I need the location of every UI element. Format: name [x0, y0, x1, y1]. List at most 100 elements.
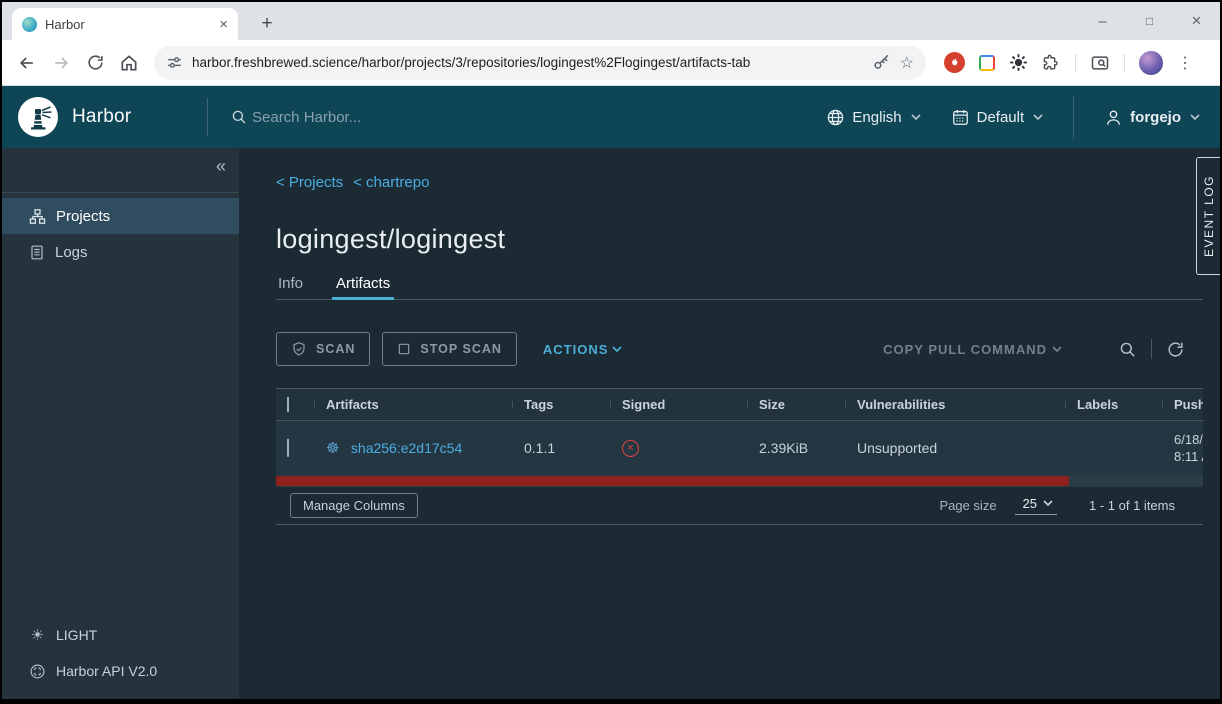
minimize-button[interactable]: –	[1079, 13, 1126, 30]
browser-toolbar: harbor.freshbrewed.science/harbor/projec…	[2, 40, 1220, 86]
language-menu[interactable]: English	[826, 108, 920, 127]
api-swagger-icon	[29, 663, 46, 680]
event-log-tab[interactable]: EVENT LOG	[1196, 157, 1220, 275]
repo-tabs: Info Artifacts	[276, 275, 1203, 300]
header-divider	[207, 98, 208, 136]
manage-columns-button[interactable]: Manage Columns	[290, 493, 418, 518]
artifact-digest-link[interactable]: sha256:e2d17c54	[351, 440, 462, 456]
brand-title: Harbor	[72, 106, 131, 128]
sidebar: « Projects Logs ☀ LIGHT Harbor API V2.0	[2, 148, 239, 699]
logs-icon	[29, 244, 45, 261]
col-signed: Signed	[610, 397, 747, 412]
artifacts-table: Artifacts Tags Signed Size Vulnerabiliti…	[276, 388, 1203, 525]
table-footer: Manage Columns Page size 25 1 - 1 of 1 i…	[276, 487, 1203, 525]
sidebar-item-logs[interactable]: Logs	[2, 234, 239, 270]
sidebar-collapse-icon[interactable]: «	[216, 156, 226, 177]
stop-scan-button[interactable]: STOP SCAN	[382, 332, 516, 366]
chevron-down-icon	[911, 114, 921, 121]
col-artifacts: Artifacts	[314, 397, 512, 412]
browser-window: Harbor × + – □ × harbor.freshbrewed.scie…	[2, 2, 1220, 699]
artifact-size: 2.39KiB	[747, 440, 845, 456]
site-settings-icon[interactable]	[166, 54, 183, 71]
breadcrumb-projects[interactable]: < Projects	[276, 174, 343, 191]
projects-icon	[29, 208, 46, 225]
extensions-puzzle-icon[interactable]	[1042, 53, 1061, 72]
breadcrumb: < Projects < chartrepo	[276, 174, 1203, 191]
page-title: logingest/logingest	[276, 224, 1203, 255]
tab-artifacts[interactable]: Artifacts	[334, 275, 392, 299]
chrome-menu-icon[interactable]: ⋮	[1177, 53, 1193, 73]
actions-dropdown[interactable]: ACTIONS	[543, 342, 623, 357]
helm-chart-icon: ☸	[326, 440, 339, 457]
actionbar-divider	[1151, 339, 1152, 359]
calendar-icon	[951, 108, 970, 127]
artifact-actionbar: SCAN STOP SCAN ACTIONS COPY PULL COMMAND	[276, 332, 1203, 366]
chevron-down-icon	[612, 346, 622, 353]
toolbar-divider	[1124, 54, 1125, 72]
toolbar-extensions: ⋮	[944, 51, 1193, 75]
stop-square-icon	[397, 342, 411, 356]
sidebar-divider	[2, 192, 239, 193]
url-text[interactable]: harbor.freshbrewed.science/harbor/projec…	[192, 55, 863, 70]
refresh-icon[interactable]	[1166, 340, 1185, 359]
items-count: 1 - 1 of 1 items	[1089, 498, 1175, 513]
password-key-icon[interactable]	[872, 53, 891, 72]
tab-title: Harbor	[45, 17, 211, 32]
search-input[interactable]	[252, 109, 552, 126]
page-size-select[interactable]: 25	[1015, 496, 1057, 515]
tab-close-icon[interactable]: ×	[219, 16, 228, 33]
sidebar-item-projects[interactable]: Projects	[2, 198, 239, 234]
header-divider	[1073, 95, 1074, 139]
window-controls: – □ ×	[1079, 2, 1220, 40]
reload-icon[interactable]	[78, 46, 112, 80]
theme-menu[interactable]: Default	[951, 108, 1044, 127]
close-button[interactable]: ×	[1173, 11, 1220, 31]
back-icon[interactable]	[10, 46, 44, 80]
search-tabs-icon[interactable]	[1090, 53, 1110, 73]
sun-icon: ☀	[29, 626, 46, 644]
breadcrumb-chartrepo[interactable]: < chartrepo	[353, 174, 429, 191]
col-labels: Labels	[1065, 397, 1162, 412]
profile-avatar[interactable]	[1139, 51, 1163, 75]
screenshot-extension-icon[interactable]	[979, 55, 995, 71]
not-signed-icon: ×	[622, 440, 639, 457]
adblock-extension-icon[interactable]	[944, 52, 965, 73]
maximize-button[interactable]: □	[1126, 14, 1173, 28]
bookmark-star-icon[interactable]: ☆	[900, 53, 914, 73]
chevron-down-icon	[1043, 500, 1053, 507]
home-icon[interactable]	[112, 46, 146, 80]
user-menu[interactable]: forgejo	[1104, 108, 1200, 127]
globe-icon	[826, 108, 845, 127]
search-icon	[230, 108, 248, 126]
harbor-header: Harbor English Default	[2, 86, 1220, 148]
settings-gear-extension-icon[interactable]	[1009, 53, 1028, 72]
col-push: Push	[1162, 397, 1203, 412]
global-search[interactable]	[230, 108, 826, 126]
main-content: EVENT LOG < Projects < chartrepo loginge…	[239, 148, 1220, 699]
col-tags: Tags	[512, 397, 610, 412]
harbor-favicon-icon	[22, 17, 37, 32]
scrollbar-thumb[interactable]	[276, 476, 1069, 486]
harbor-api-link[interactable]: Harbor API V2.0	[2, 653, 239, 689]
chevron-down-icon	[1190, 114, 1200, 121]
artifact-tag: 0.1.1	[512, 440, 610, 456]
col-size: Size	[747, 397, 845, 412]
col-vulnerabilities: Vulnerabilities	[845, 397, 1065, 412]
url-bar[interactable]: harbor.freshbrewed.science/harbor/projec…	[154, 46, 926, 80]
header-right: English Default forgejo	[826, 95, 1220, 139]
scan-button[interactable]: SCAN	[276, 332, 370, 366]
tab-info[interactable]: Info	[276, 275, 305, 299]
user-icon	[1104, 108, 1123, 127]
filter-search-icon[interactable]	[1118, 340, 1137, 359]
theme-toggle-light[interactable]: ☀ LIGHT	[2, 617, 239, 653]
select-all-checkbox[interactable]	[287, 397, 289, 412]
artifact-push-time: 6/18/ 8:11 A	[1162, 431, 1203, 465]
chevron-down-icon	[1033, 114, 1043, 121]
shield-icon	[291, 341, 307, 357]
copy-pull-command-dropdown[interactable]: COPY PULL COMMAND	[883, 342, 1062, 357]
forward-icon[interactable]	[44, 46, 78, 80]
browser-tab[interactable]: Harbor ×	[12, 8, 238, 40]
row-checkbox[interactable]	[287, 439, 289, 457]
horizontal-scrollbar[interactable]	[276, 475, 1203, 487]
new-tab-button[interactable]: +	[254, 11, 280, 37]
